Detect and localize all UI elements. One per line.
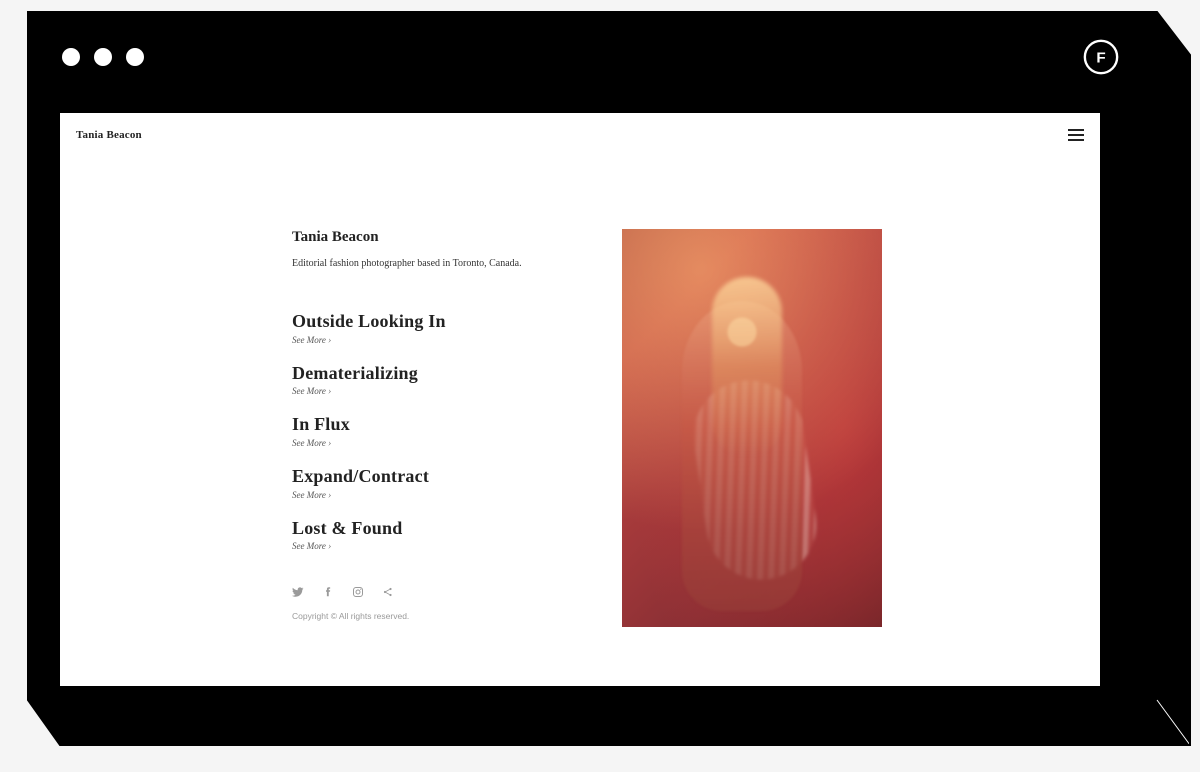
project-item: Dematerializing See More › <box>292 363 562 397</box>
instagram-icon[interactable] <box>352 585 364 603</box>
brand-badge-letter: F <box>1096 50 1105 67</box>
brand-badge[interactable]: F <box>1082 38 1120 76</box>
page-tagline: Editorial fashion photographer based in … <box>292 256 562 271</box>
see-more-link[interactable]: See More › <box>292 335 562 345</box>
hero-image <box>622 229 882 627</box>
site-name[interactable]: Tania Beacon <box>76 129 142 141</box>
project-title[interactable]: Expand/Contract <box>292 466 562 487</box>
share-icon[interactable] <box>382 585 394 603</box>
window-controls <box>62 48 144 66</box>
see-more-link[interactable]: See More › <box>292 386 562 396</box>
window-dot[interactable] <box>62 48 80 66</box>
project-item: Expand/Contract See More › <box>292 466 562 500</box>
website-viewport: Tania Beacon Tania Beacon Editorial fash… <box>60 113 1100 686</box>
copyright-text: Copyright © All rights reserved. <box>292 611 562 621</box>
project-title[interactable]: In Flux <box>292 414 562 435</box>
see-more-link[interactable]: See More › <box>292 541 562 551</box>
project-title[interactable]: Dematerializing <box>292 363 562 384</box>
project-item: Outside Looking In See More › <box>292 311 562 345</box>
window-dot[interactable] <box>126 48 144 66</box>
social-links <box>292 585 562 603</box>
window-dot[interactable] <box>94 48 112 66</box>
project-title[interactable]: Lost & Found <box>292 518 562 539</box>
project-item: In Flux See More › <box>292 414 562 448</box>
see-more-link[interactable]: See More › <box>292 490 562 500</box>
page-title: Tania Beacon <box>292 229 562 246</box>
project-title[interactable]: Outside Looking In <box>292 311 562 332</box>
see-more-link[interactable]: See More › <box>292 438 562 448</box>
twitter-icon[interactable] <box>292 585 304 603</box>
facebook-icon[interactable] <box>322 585 334 603</box>
project-item: Lost & Found See More › <box>292 518 562 552</box>
menu-icon[interactable] <box>1068 129 1084 141</box>
